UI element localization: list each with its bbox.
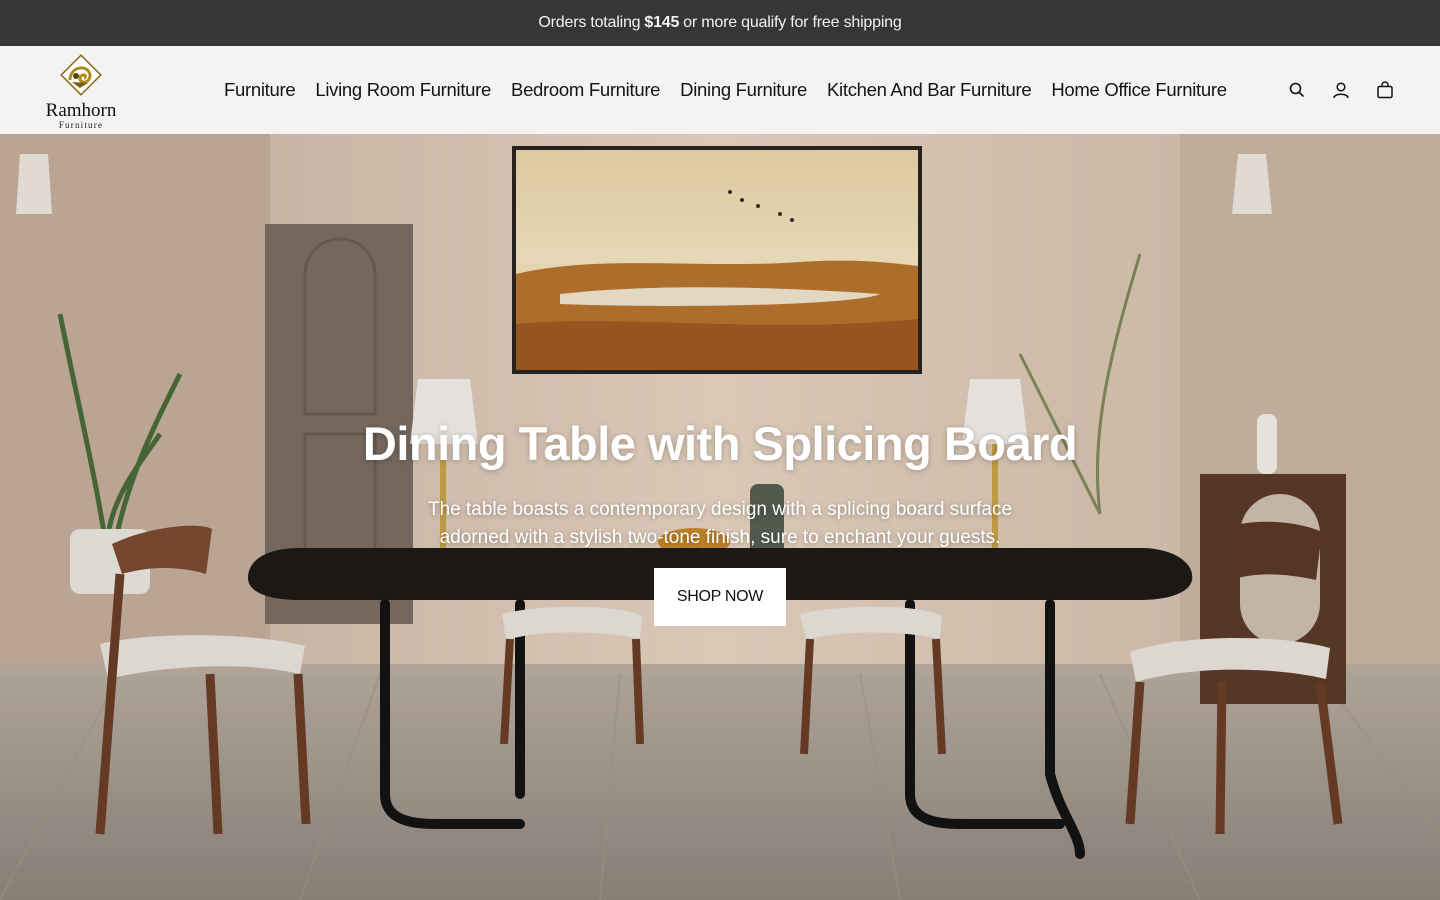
nav-home-office-furniture[interactable]: Home Office Furniture — [1051, 79, 1227, 101]
ram-logo-icon — [60, 54, 102, 96]
hero-description: The table boasts a contemporary design w… — [427, 499, 1013, 548]
header-icons — [1286, 46, 1396, 134]
main-nav: Furniture Living Room Furniture Bedroom … — [224, 46, 1227, 134]
shop-now-button[interactable]: SHOP NOW — [654, 568, 786, 626]
hero-banner: Dining Table with Splicing Board The tab… — [0, 134, 1440, 900]
hero-title: Dining Table with Splicing Board — [362, 417, 1078, 470]
site-header: Ramhorn Furniture Furniture Living Room … — [0, 46, 1440, 134]
announcement-amount: $145 — [644, 14, 680, 31]
nav-furniture[interactable]: Furniture — [224, 79, 296, 101]
nav-bedroom-furniture[interactable]: Bedroom Furniture — [511, 79, 660, 101]
announcement-bar: Orders totaling $145 or more qualify for… — [0, 0, 1440, 46]
hero-content: Dining Table with Splicing Board The tab… — [0, 414, 1440, 626]
logo-name: Ramhorn — [45, 100, 117, 121]
logo-sub: Furniture — [58, 120, 104, 130]
announcement-suffix: or more qualify for free shipping — [683, 14, 902, 31]
nav-dining-furniture[interactable]: Dining Furniture — [680, 79, 807, 101]
nav-living-room-furniture[interactable]: Living Room Furniture — [315, 79, 491, 101]
announcement-prefix: Orders totaling — [538, 14, 641, 31]
account-icon[interactable] — [1330, 79, 1352, 101]
logo[interactable]: Ramhorn Furniture — [40, 50, 122, 130]
cart-icon[interactable] — [1374, 79, 1396, 101]
search-icon[interactable] — [1286, 79, 1308, 101]
nav-kitchen-and-bar-furniture[interactable]: Kitchen And Bar Furniture — [827, 79, 1032, 101]
